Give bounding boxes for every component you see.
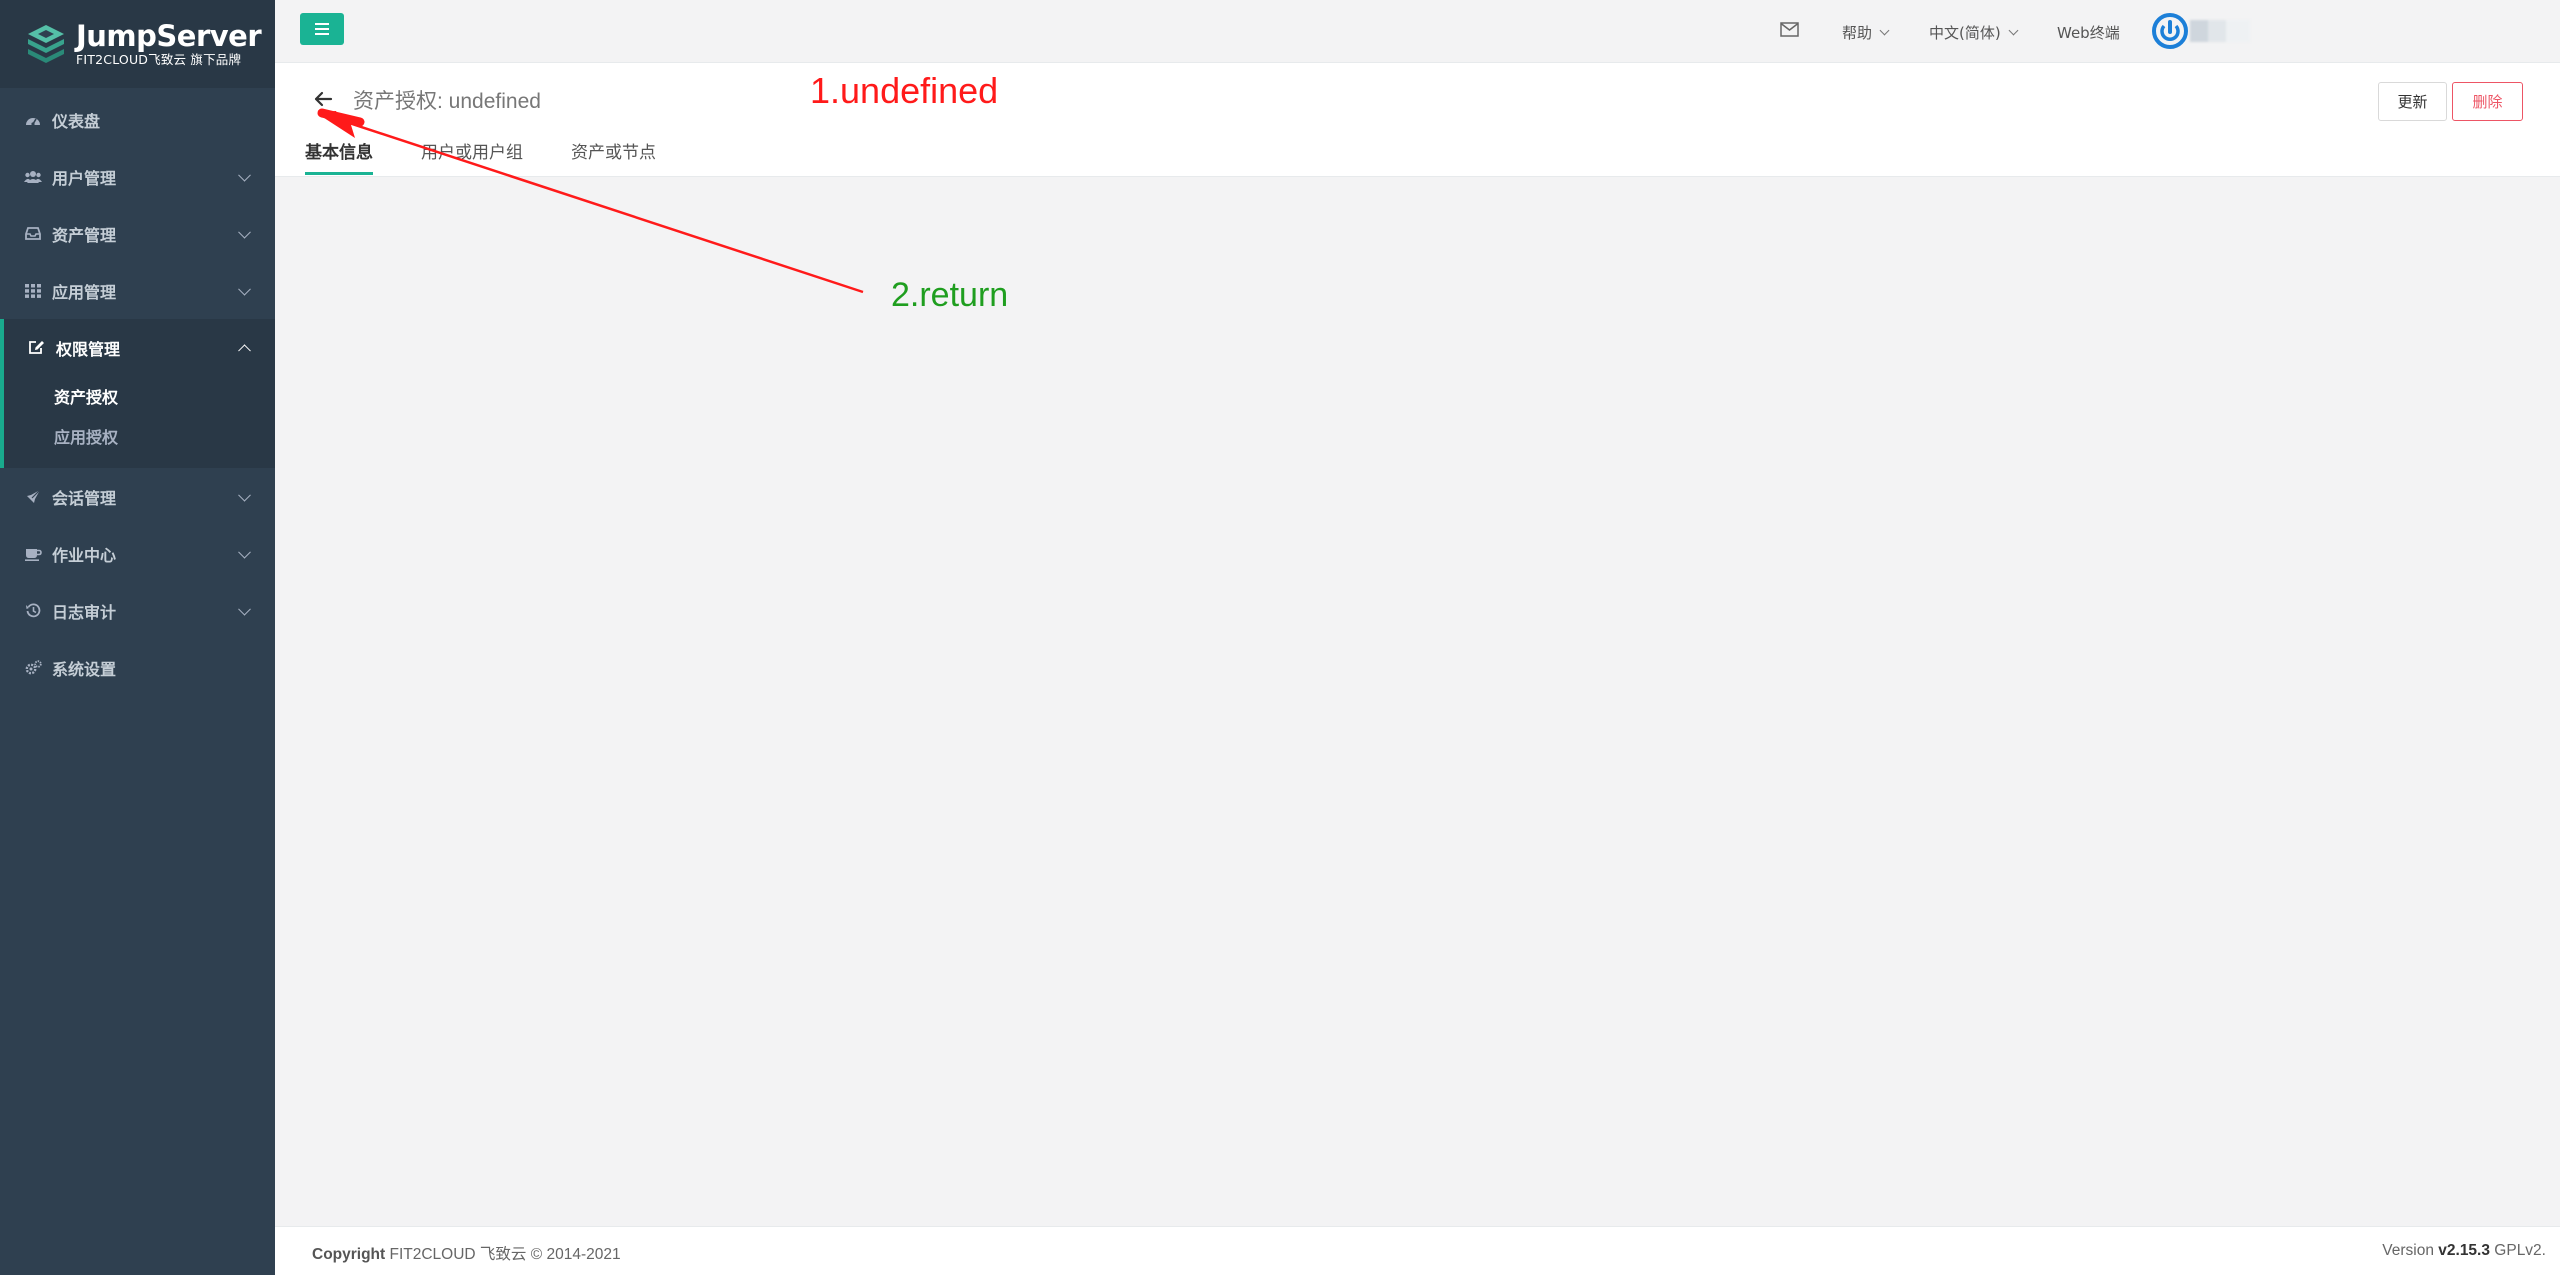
chevron-down-icon <box>238 488 251 502</box>
tab-users-groups[interactable]: 用户或用户组 <box>421 138 523 175</box>
page-title: 资产授权: undefined <box>353 90 541 113</box>
history-icon <box>24 602 42 620</box>
rocket-icon <box>24 488 42 506</box>
version-number: v2.15.3 <box>2438 1242 2490 1259</box>
sidebar: JumpServer FIT2CLOUD飞致云 旗下品牌 仪表盘 用户管理 资产… <box>0 0 275 1275</box>
sidebar-item-users[interactable]: 用户管理 <box>0 148 275 205</box>
update-button[interactable]: 更新 <box>2378 82 2447 121</box>
back-arrow-icon[interactable] <box>308 84 338 114</box>
chevron-down-icon <box>238 545 251 559</box>
edit-icon <box>28 339 46 357</box>
sidebar-item-label: 权限管理 <box>56 339 121 359</box>
sidebar-group-permissions: 权限管理 资产授权 应用授权 <box>0 319 275 468</box>
tab-assets-nodes[interactable]: 资产或节点 <box>571 138 656 175</box>
sidebar-item-label: 系统设置 <box>52 659 117 679</box>
chevron-down-icon <box>238 282 251 296</box>
annotation-undefined: 1.undefined <box>810 70 999 111</box>
delete-button[interactable]: 删除 <box>2452 82 2523 121</box>
dashboard-icon <box>24 111 42 129</box>
menu-toggle-button[interactable] <box>300 13 344 45</box>
help-dropdown[interactable]: 帮助 <box>1842 22 1890 43</box>
sidebar-item-dashboard[interactable]: 仪表盘 <box>0 91 275 148</box>
cogs-icon <box>24 659 42 677</box>
web-terminal-link[interactable]: Web终端 <box>2057 22 2120 43</box>
brand-name: JumpServer <box>76 19 262 53</box>
sidebar-item-permissions[interactable]: 权限管理 <box>4 319 275 376</box>
inbox-icon <box>24 225 42 243</box>
sidebar-item-settings[interactable]: 系统设置 <box>0 639 275 696</box>
grid-icon <box>24 282 42 300</box>
sidebar-item-assets[interactable]: 资产管理 <box>0 205 275 262</box>
chevron-down-icon <box>2008 25 2019 35</box>
sidebar-item-applications[interactable]: 应用管理 <box>0 262 275 319</box>
sidebar-item-label: 日志审计 <box>52 602 117 622</box>
chevron-down-icon <box>1879 25 1890 35</box>
copyright-text: FIT2CLOUD 飞致云 © 2014-2021 <box>389 1246 621 1263</box>
sidebar-item-label: 作业中心 <box>52 545 117 565</box>
license-text: GPLv2. <box>2494 1242 2546 1259</box>
sidebar-nav: 仪表盘 用户管理 资产管理 应用管理 权限管理 资产授权 应用授权 会话管理 作… <box>0 91 275 696</box>
page-header: 资产授权: undefined 基本信息 用户或用户组 资产或节点 更新 删除 <box>275 63 2560 177</box>
sidebar-item-label: 应用管理 <box>52 282 117 302</box>
help-label: 帮助 <box>1842 24 1873 42</box>
chevron-down-icon <box>238 225 251 239</box>
avatar[interactable] <box>2152 13 2188 49</box>
logo[interactable]: JumpServer FIT2CLOUD飞致云 旗下品牌 <box>0 0 275 88</box>
chevron-up-icon <box>238 343 251 357</box>
brand-subtitle: FIT2CLOUD飞致云 旗下品牌 <box>76 52 242 67</box>
sidebar-item-audits[interactable]: 日志审计 <box>0 582 275 639</box>
version-label: Version <box>2382 1242 2434 1259</box>
sidebar-item-label: 资产管理 <box>52 225 117 245</box>
chevron-down-icon <box>238 602 251 616</box>
sidebar-subitem-asset-permissions[interactable]: 资产授权 <box>4 376 275 416</box>
footer-copyright: Copyright FIT2CLOUD 飞致云 © 2014-2021 <box>312 1242 621 1264</box>
sidebar-item-label: 用户管理 <box>52 168 117 188</box>
detail-tabs: 基本信息 用户或用户组 资产或节点 <box>305 138 704 175</box>
web-terminal-label: Web终端 <box>2057 24 2120 42</box>
mail-button[interactable] <box>1780 22 1799 37</box>
sidebar-item-label: 会话管理 <box>52 488 117 508</box>
annotation-arrow <box>317 108 864 294</box>
chevron-down-icon <box>238 168 251 182</box>
footer: Copyright FIT2CLOUD 飞致云 © 2014-2021 Vers… <box>275 1226 2560 1275</box>
language-dropdown[interactable]: 中文(简体) <box>1929 22 2019 43</box>
envelope-icon <box>1780 22 1799 37</box>
coffee-icon <box>24 545 42 563</box>
annotation-return: 2.return <box>891 276 1009 314</box>
sidebar-item-jobs[interactable]: 作业中心 <box>0 525 275 582</box>
sidebar-subitem-application-permissions[interactable]: 应用授权 <box>4 416 275 456</box>
language-label: 中文(简体) <box>1929 24 2001 42</box>
hamburger-icon <box>315 27 329 31</box>
sidebar-item-sessions[interactable]: 会话管理 <box>0 468 275 525</box>
jumpserver-logo-icon <box>28 25 64 63</box>
sidebar-item-label: 仪表盘 <box>52 111 101 131</box>
users-icon <box>24 168 42 186</box>
username-blurred[interactable] <box>2190 20 2250 42</box>
tab-basic-info[interactable]: 基本信息 <box>305 138 373 175</box>
footer-version: Version v2.15.3 GPLv2. <box>2382 1242 2546 1260</box>
copyright-label: Copyright <box>312 1246 386 1263</box>
